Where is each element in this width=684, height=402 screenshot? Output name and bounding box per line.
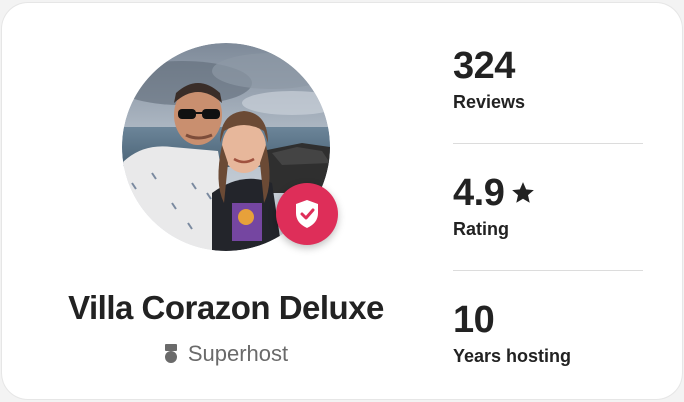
stat-reviews: 324 Reviews [453,43,643,143]
superhost-medal-icon [164,344,177,363]
stat-rating: 4.9 Rating [453,144,643,270]
host-stats: 324 Reviews 4.9 Rating 10 Years hosting [453,43,643,397]
star-icon [512,182,535,203]
host-profile-card: Villa Corazon Deluxe Superhost 324 Revie… [2,3,682,399]
rating-value: 4.9 [453,172,505,214]
rating-label: Rating [453,219,509,239]
years-value: 10 [453,299,495,341]
reviews-value: 324 [453,45,515,87]
shield-check-icon [296,200,318,228]
rating-value-row: 4.9 [453,170,643,216]
superhost-label: Superhost [187,341,289,366]
years-label: Years hosting [453,346,572,366]
verified-badge [276,183,338,245]
stat-years: 10 Years hosting [453,271,643,397]
host-avatar-wrap [122,43,338,251]
host-name: Villa Corazon Deluxe [68,289,384,326]
reviews-label: Reviews [453,92,526,112]
host-status: Superhost [2,341,450,367]
